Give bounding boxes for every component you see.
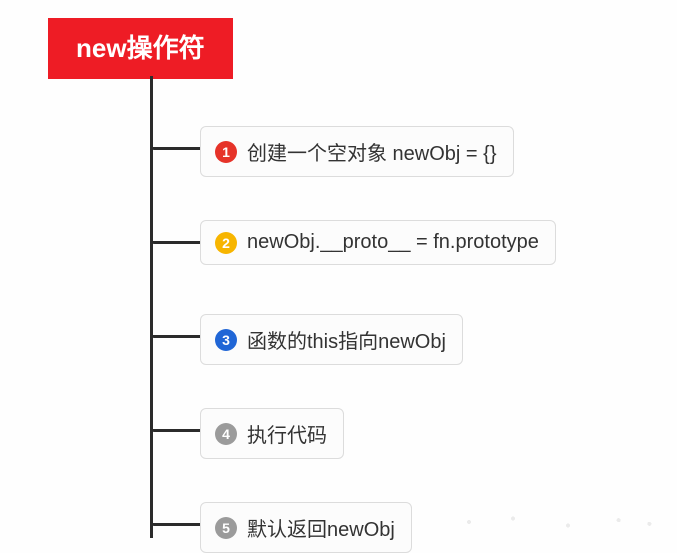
step-text: 默认返回newObj: [247, 513, 395, 542]
step-node: 1 创建一个空对象 newObj = {}: [200, 126, 514, 177]
tree-branch: [151, 523, 200, 526]
watermark-noise: [447, 504, 667, 540]
step-text: 函数的this指向newObj: [247, 325, 446, 354]
step-node: 3 函数的this指向newObj: [200, 314, 463, 365]
root-node: new操作符: [48, 18, 233, 79]
step-number-badge: 1: [215, 141, 237, 163]
tree-branch: [151, 429, 200, 432]
tree-branch: [151, 335, 200, 338]
step-number-badge: 3: [215, 329, 237, 351]
tree-branch: [151, 241, 200, 244]
step-node: 2 newObj.__proto__ = fn.prototype: [200, 220, 556, 265]
tree-branch: [151, 147, 200, 150]
step-text: 执行代码: [247, 419, 327, 448]
tree-trunk: [150, 76, 153, 538]
step-text: newObj.__proto__ = fn.prototype: [247, 231, 539, 254]
root-title: new操作符: [76, 33, 205, 63]
step-node: 5 默认返回newObj: [200, 502, 412, 553]
step-node: 4 执行代码: [200, 408, 344, 459]
step-number-badge: 4: [215, 423, 237, 445]
step-number-badge: 2: [215, 232, 237, 254]
step-text: 创建一个空对象 newObj = {}: [247, 137, 497, 166]
step-number-badge: 5: [215, 517, 237, 539]
